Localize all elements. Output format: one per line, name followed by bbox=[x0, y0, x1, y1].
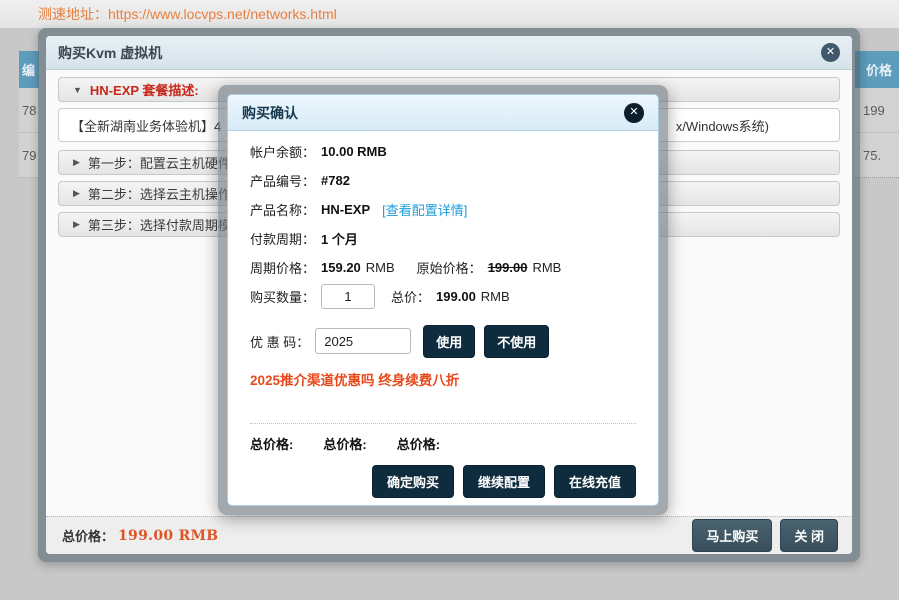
speed-test-url-link[interactable]: https://www.locvps.net/networks.html bbox=[108, 6, 337, 22]
product-name-label: 产品名称： bbox=[250, 200, 315, 219]
view-config-link[interactable]: [查看配置详情] bbox=[382, 200, 467, 219]
product-id-label: 产品编号： bbox=[250, 171, 315, 190]
close-dialog-button[interactable]: 关 闭 bbox=[780, 519, 838, 552]
quantity-label: 购买数量： bbox=[250, 287, 315, 306]
table-row: 78 bbox=[19, 88, 39, 133]
coupon-row: 优 惠 码： 使用 不使用 bbox=[250, 327, 636, 355]
coupon-input[interactable] bbox=[315, 328, 411, 354]
footer-total-value: 199.00 RMB bbox=[118, 528, 218, 544]
online-recharge-button[interactable]: 在线充值 bbox=[554, 465, 636, 498]
no-coupon-button[interactable]: 不使用 bbox=[484, 325, 549, 358]
balance-value: 10.00 RMB bbox=[321, 144, 387, 159]
subtotal-label: 总价： bbox=[391, 287, 430, 306]
product-id-value: #782 bbox=[321, 173, 350, 188]
dialog-titlebar: 购买Kvm 虚拟机 ✕ bbox=[46, 36, 852, 70]
balance-row: 帐户余额： 10.00 RMB bbox=[250, 137, 636, 166]
dialog-footer: 总价格： 199.00 RMB 马上购买 关 闭 bbox=[46, 516, 852, 554]
chevron-right-icon: ▶ bbox=[73, 188, 80, 199]
billing-cycle-value: 1 个月 bbox=[321, 229, 358, 248]
totals-row: 总价格: 总价格: 总价格: bbox=[250, 434, 636, 453]
chevron-down-icon: ▼ bbox=[73, 85, 82, 95]
product-id-row: 产品编号： #782 bbox=[250, 166, 636, 195]
cycle-price-unit: RMB bbox=[366, 260, 395, 275]
billing-cycle-row: 付款周期： 1 个月 bbox=[250, 224, 636, 253]
use-coupon-button[interactable]: 使用 bbox=[423, 325, 475, 358]
background-table-left-column: 编 78 79 bbox=[19, 51, 39, 178]
background-table-price-column: 价格 199 75. bbox=[855, 51, 899, 178]
coupon-label: 优 惠 码： bbox=[250, 332, 309, 351]
cycle-price-value: 159.20 bbox=[321, 260, 361, 275]
table-row: 199 bbox=[855, 88, 899, 133]
modal-button-row: 确定购买 继续配置 在线充值 bbox=[250, 465, 636, 498]
modal-divider bbox=[250, 423, 636, 424]
confirm-purchase-button[interactable]: 确定购买 bbox=[372, 465, 454, 498]
topbar: 测速地址： https://www.locvps.net/networks.ht… bbox=[0, 0, 899, 28]
dialog-close-icon[interactable]: ✕ bbox=[821, 43, 840, 62]
cycle-price-label: 周期价格： bbox=[250, 258, 315, 277]
product-name-row: 产品名称： HN-EXP [查看配置详情] bbox=[250, 195, 636, 224]
page-root: 测速地址： https://www.locvps.net/networks.ht… bbox=[0, 0, 899, 600]
modal-close-icon[interactable]: ✕ bbox=[624, 103, 644, 123]
balance-label: 帐户余额： bbox=[250, 142, 315, 161]
background-table-left-header: 编 bbox=[19, 51, 39, 88]
modal-title: 购买确认 bbox=[242, 103, 298, 123]
modal-titlebar: 购买确认 ✕ bbox=[228, 95, 658, 131]
total-price-label: 总价格: bbox=[397, 434, 440, 453]
purchase-confirm-modal: 购买确认 ✕ 帐户余额： 10.00 RMB 产品编号： #782 产品名称： … bbox=[218, 85, 668, 515]
package-description-right-text: x/Windows系统) bbox=[676, 116, 769, 135]
original-price-unit: RMB bbox=[532, 260, 561, 275]
cycle-price-row: 周期价格： 159.20 RMB 原始价格： 199.00 RMB bbox=[250, 253, 636, 282]
promo-message: 2025推介渠道优惠吗 终身续费八折 bbox=[250, 369, 636, 389]
speed-test-label: 测速地址： bbox=[38, 4, 108, 24]
subtotal-value: 199.00 bbox=[436, 289, 476, 304]
billing-cycle-label: 付款周期： bbox=[250, 229, 315, 248]
package-section-title: HN-EXP 套餐描述: bbox=[90, 80, 199, 99]
total-price-label: 总价格: bbox=[323, 434, 366, 453]
product-name-value: HN-EXP bbox=[321, 202, 370, 217]
quantity-input[interactable] bbox=[321, 284, 375, 309]
purchase-confirm-modal-content: 购买确认 ✕ 帐户余额： 10.00 RMB 产品编号： #782 产品名称： … bbox=[227, 94, 659, 506]
buy-now-button[interactable]: 马上购买 bbox=[692, 519, 772, 552]
dialog-title: 购买Kvm 虚拟机 bbox=[58, 43, 162, 63]
chevron-right-icon: ▶ bbox=[73, 219, 80, 230]
modal-body: 帐户余额： 10.00 RMB 产品编号： #782 产品名称： HN-EXP … bbox=[228, 131, 658, 505]
chevron-right-icon: ▶ bbox=[73, 157, 80, 168]
footer-total-label: 总价格： bbox=[62, 526, 114, 545]
quantity-row: 购买数量： 总价： 199.00 RMB bbox=[250, 282, 636, 311]
package-description-left-text: 【全新湖南业务体验机】4 bbox=[71, 116, 221, 135]
background-table-price-header: 价格 bbox=[855, 51, 899, 88]
continue-config-button[interactable]: 继续配置 bbox=[463, 465, 545, 498]
original-price-value: 199.00 bbox=[488, 260, 528, 275]
table-row: 79 bbox=[19, 133, 39, 178]
total-price-label: 总价格: bbox=[250, 434, 293, 453]
original-price-label: 原始价格： bbox=[417, 258, 482, 277]
subtotal-unit: RMB bbox=[481, 289, 510, 304]
table-row: 75. bbox=[855, 133, 899, 178]
